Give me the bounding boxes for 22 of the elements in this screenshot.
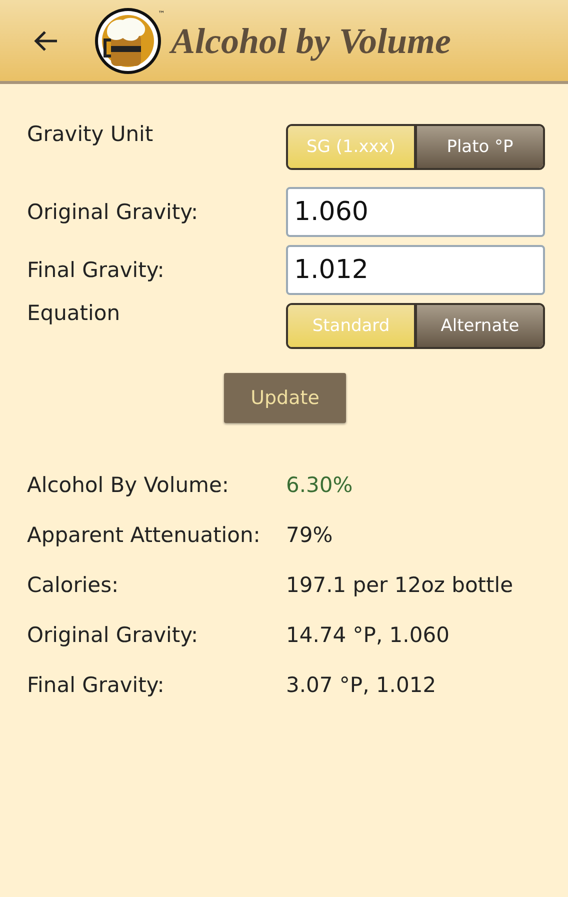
- gravity-input-field[interactable]: 1.060: [286, 187, 545, 237]
- result-label: Final Gravity:: [27, 673, 166, 699]
- result-label: Apparent Attenuation:: [27, 523, 262, 549]
- beer-mug-logo-icon: [93, 6, 163, 76]
- result-value: 14.74 °P, 1.060: [286, 623, 450, 649]
- gravity-unit-option[interactable]: Plato °P: [414, 126, 543, 168]
- result-label: Original Gravity:: [27, 623, 200, 649]
- update-button[interactable]: Update: [224, 373, 346, 423]
- app-title: Alcohol by Volume: [171, 20, 452, 62]
- equation-option[interactable]: Alternate: [414, 305, 543, 347]
- back-arrow-icon[interactable]: [33, 30, 59, 52]
- equation-label: Equation: [27, 303, 120, 327]
- result-value: 3.07 °P, 1.012: [286, 673, 436, 699]
- result-label: Calories:: [27, 573, 120, 599]
- gravity-input-field[interactable]: 1.012: [286, 245, 545, 295]
- field-label: Original Gravity:: [27, 200, 198, 224]
- result-value: 79%: [286, 523, 333, 549]
- field-label: Final Gravity:: [27, 258, 164, 282]
- result-value: 197.1 per 12oz bottle: [286, 573, 514, 599]
- gravity-unit-label: Gravity Unit: [27, 124, 154, 148]
- result-label: Alcohol By Volume:: [27, 473, 230, 499]
- result-value: 6.30%: [286, 473, 353, 499]
